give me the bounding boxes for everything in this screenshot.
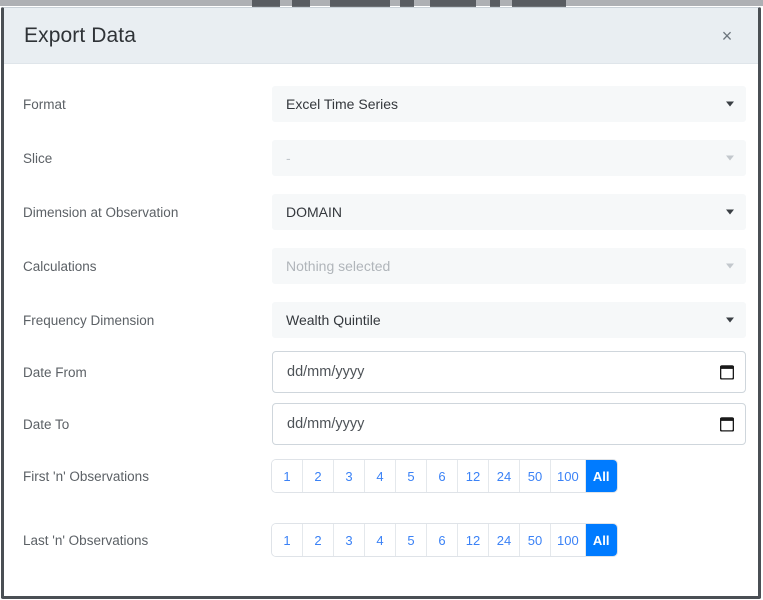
dimension-at-observation-value: DOMAIN	[286, 204, 342, 220]
dialog-header: Export Data ×	[4, 8, 758, 64]
last-n-observations-option-12[interactable]: 12	[458, 524, 489, 556]
format-select[interactable]: Excel Time Series	[272, 86, 746, 122]
form-row-date-to: Date To dd/mm/yyyy	[4, 402, 758, 446]
label-date-to: Date To	[23, 416, 70, 432]
dimension-at-observation-select[interactable]: DOMAIN	[272, 194, 746, 230]
last-n-observations-option-100[interactable]: 100	[551, 524, 586, 556]
first-n-observations-option-24[interactable]: 24	[489, 460, 520, 492]
backdrop-ghost-item	[430, 0, 476, 7]
dialog-body: Format Excel Time Series Slice - Dimensi…	[4, 64, 758, 596]
chevron-down-icon	[726, 155, 734, 161]
slice-select[interactable]: -	[272, 140, 746, 176]
backdrop-ghost-item	[252, 0, 280, 7]
first-n-observations-option-2[interactable]: 2	[303, 460, 334, 492]
first-n-observations-option-12[interactable]: 12	[458, 460, 489, 492]
form-row-slice: Slice -	[4, 136, 758, 180]
export-data-dialog: Export Data × Format Excel Time Series S…	[1, 7, 761, 599]
form-row-last-n-observations: Last 'n' Observations 1 2 3 4 5 6 12 24 50 100 All	[4, 518, 758, 562]
form-row-calculations: Calculations Nothing selected	[4, 244, 758, 288]
backdrop-ghost-item	[292, 0, 310, 7]
label-slice: Slice	[23, 150, 53, 166]
label-format: Format	[23, 96, 66, 112]
calculations-select[interactable]: Nothing selected	[272, 248, 746, 284]
calculations-select-value: Nothing selected	[286, 258, 391, 274]
label-first-n-observations: First 'n' Observations	[23, 468, 149, 484]
frequency-dimension-value: Wealth Quintile	[286, 312, 381, 328]
frequency-dimension-select[interactable]: Wealth Quintile	[272, 302, 746, 338]
last-n-observations-option-24[interactable]: 24	[489, 524, 520, 556]
first-n-observations-option-all[interactable]: All	[585, 460, 617, 492]
first-n-observations-group: 1 2 3 4 5 6 12 24 50 100 All	[272, 460, 617, 492]
page-title: Export Data	[24, 23, 136, 47]
last-n-observations-option-6[interactable]: 6	[427, 524, 458, 556]
first-n-observations-option-50[interactable]: 50	[520, 460, 551, 492]
form-row-format: Format Excel Time Series	[4, 82, 758, 126]
first-n-observations-option-1[interactable]: 1	[272, 460, 303, 492]
first-n-observations-option-5[interactable]: 5	[396, 460, 427, 492]
form-row-dimension-at-observation: Dimension at Observation DOMAIN	[4, 190, 758, 234]
calendar-icon[interactable]	[720, 417, 734, 432]
last-n-observations-option-all[interactable]: All	[585, 524, 617, 556]
first-n-observations-option-3[interactable]: 3	[334, 460, 365, 492]
last-n-observations-option-5[interactable]: 5	[396, 524, 427, 556]
label-last-n-observations: Last 'n' Observations	[23, 532, 149, 548]
close-icon[interactable]: ×	[714, 23, 740, 49]
first-n-observations-option-4[interactable]: 4	[365, 460, 396, 492]
label-date-from: Date From	[23, 364, 87, 380]
label-frequency-dimension: Frequency Dimension	[23, 312, 155, 328]
chevron-down-icon	[726, 317, 734, 323]
chevron-down-icon	[726, 263, 734, 269]
first-n-observations-option-6[interactable]: 6	[427, 460, 458, 492]
last-n-observations-group: 1 2 3 4 5 6 12 24 50 100 All	[272, 524, 617, 556]
backdrop-ghost-item	[400, 0, 414, 7]
date-from-placeholder: dd/mm/yyyy	[287, 364, 365, 380]
calendar-icon[interactable]	[720, 365, 734, 380]
backdrop-ghost-item	[512, 0, 566, 7]
form-row-date-from: Date From dd/mm/yyyy	[4, 350, 758, 394]
format-select-value: Excel Time Series	[286, 96, 399, 112]
chevron-down-icon	[726, 101, 734, 107]
last-n-observations-option-4[interactable]: 4	[365, 524, 396, 556]
form-row-frequency-dimension: Frequency Dimension Wealth Quintile	[4, 298, 758, 342]
last-n-observations-option-1[interactable]: 1	[272, 524, 303, 556]
slice-select-value: -	[286, 150, 291, 166]
label-calculations: Calculations	[23, 258, 97, 274]
first-n-observations-option-100[interactable]: 100	[551, 460, 586, 492]
backdrop-ghost-item	[330, 0, 390, 7]
last-n-observations-option-50[interactable]: 50	[520, 524, 551, 556]
chevron-down-icon	[726, 209, 734, 215]
date-to-field[interactable]: dd/mm/yyyy	[272, 403, 746, 445]
backdrop-ghost-item	[490, 0, 500, 7]
last-n-observations-option-3[interactable]: 3	[334, 524, 365, 556]
label-dimension-at-observation: Dimension at Observation	[23, 204, 179, 220]
date-to-placeholder: dd/mm/yyyy	[287, 416, 365, 432]
last-n-observations-option-2[interactable]: 2	[303, 524, 334, 556]
form-row-first-n-observations: First 'n' Observations 1 2 3 4 5 6 12 24 50 100 Al…	[4, 454, 758, 498]
date-from-field[interactable]: dd/mm/yyyy	[272, 351, 746, 393]
